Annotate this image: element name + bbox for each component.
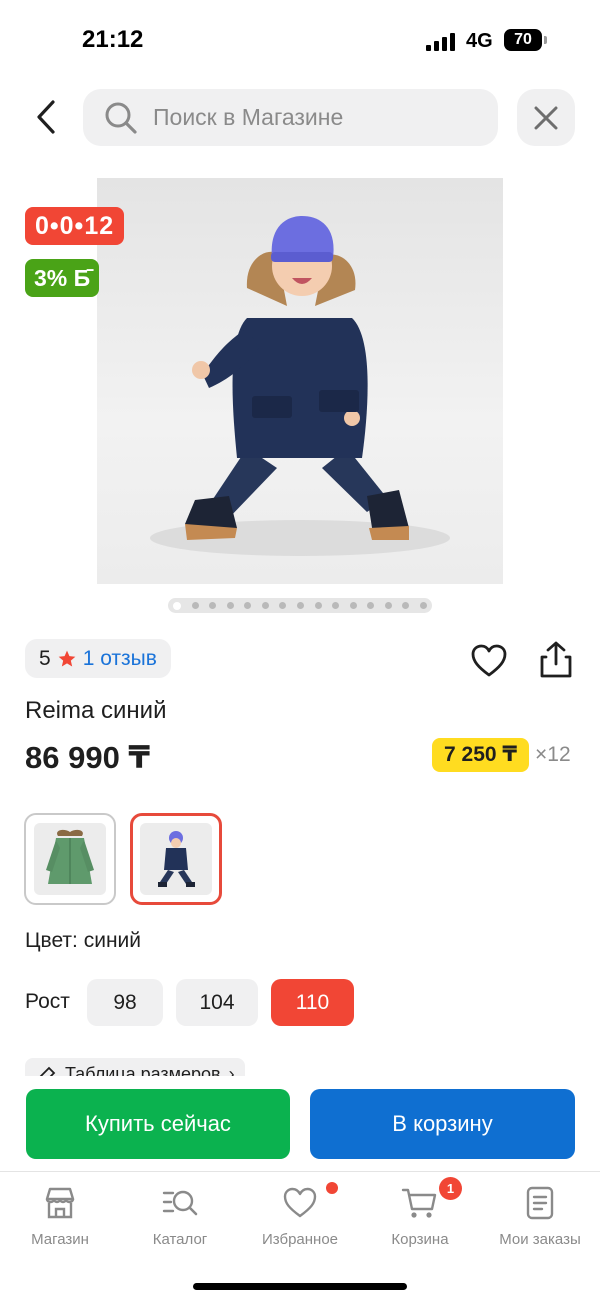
cart-count-badge: 1 <box>439 1177 462 1200</box>
nav-item-store[interactable]: Магазин <box>0 1184 120 1248</box>
color-variant-green[interactable] <box>24 813 116 905</box>
battery-icon: 70 <box>504 29 547 51</box>
monthly-payment-badge[interactable]: 7 250 ₸ <box>432 738 529 772</box>
star-icon <box>58 650 76 666</box>
variant-thumbnail <box>34 823 106 895</box>
status-bar: 21:12 4G 70 <box>0 0 600 80</box>
gallery-dot[interactable] <box>332 602 340 609</box>
size-option-98[interactable]: 98 <box>87 979 163 1026</box>
network-type: 4G <box>466 30 493 52</box>
variant-thumbnail <box>140 823 212 895</box>
size-option-110[interactable]: 110 <box>271 979 354 1026</box>
close-search-button[interactable] <box>517 89 575 146</box>
reviews-link[interactable]: 1 отзыв <box>83 647 157 671</box>
rating-value: 5 <box>39 646 51 670</box>
gallery-dot[interactable] <box>296 602 304 609</box>
nav-item-cart[interactable]: Корзина <box>360 1184 480 1248</box>
favorites-notification-dot <box>326 1182 338 1194</box>
add-to-cart-button[interactable]: В корзину <box>310 1089 575 1159</box>
nav-label: Каталог <box>152 1231 208 1248</box>
close-icon <box>534 106 558 129</box>
product-image[interactable] <box>97 178 503 584</box>
nav-label: Избранное <box>261 1231 339 1248</box>
product-price: 86 990 ₸ <box>25 740 150 775</box>
gallery-dot[interactable] <box>279 602 287 609</box>
gallery-dot[interactable] <box>314 602 322 609</box>
status-time: 21:12 <box>82 26 144 53</box>
signal-icon <box>426 33 458 51</box>
size-label: Рост <box>25 990 70 1013</box>
gallery-dot[interactable] <box>226 602 234 609</box>
color-label: Цвет: синий <box>25 929 142 952</box>
gallery-dot[interactable] <box>244 602 252 609</box>
buy-now-button[interactable]: Купить сейчас <box>26 1089 290 1159</box>
gallery-dot[interactable] <box>191 602 199 609</box>
nav-item-catalog[interactable]: Каталог <box>120 1184 240 1248</box>
child-in-jacket-photo <box>150 216 450 556</box>
gallery-dot-active[interactable] <box>173 601 181 610</box>
orders-icon <box>526 1186 554 1220</box>
gallery-dot[interactable] <box>419 602 427 609</box>
rating-chip[interactable]: 5 1 отзыв <box>25 639 171 678</box>
bonus-badge: 3% Б̄ <box>25 259 100 297</box>
gallery-dot[interactable] <box>384 602 392 609</box>
gallery-dot[interactable] <box>349 602 357 609</box>
monthly-multiplier: ×12 <box>535 743 571 766</box>
store-icon <box>45 1187 75 1219</box>
nav-label: Магазин <box>31 1231 89 1248</box>
catalog-search-icon <box>162 1190 198 1216</box>
share-button[interactable] <box>537 640 575 680</box>
blue-jacket-image <box>158 831 195 887</box>
back-button[interactable] <box>26 96 66 138</box>
share-icon <box>540 641 572 678</box>
nav-label: Мои заказы <box>499 1231 581 1248</box>
search-input[interactable]: Поиск в Магазине <box>83 89 498 146</box>
search-placeholder: Поиск в Магазине <box>153 104 344 130</box>
green-jacket-image <box>46 829 94 884</box>
heart-icon <box>471 644 507 677</box>
gallery-pagination[interactable] <box>168 598 432 613</box>
home-indicator <box>193 1283 407 1290</box>
gallery-dot[interactable] <box>209 602 217 609</box>
size-option-104[interactable]: 104 <box>176 979 258 1026</box>
search-icon <box>105 102 137 134</box>
cart-icon <box>401 1188 437 1218</box>
chevron-left-icon <box>37 100 55 134</box>
nav-item-favorites[interactable]: Избранное <box>240 1184 360 1248</box>
nav-item-orders[interactable]: Мои заказы <box>480 1184 600 1248</box>
nav-label: Корзина <box>391 1231 449 1248</box>
gallery-dot[interactable] <box>402 602 410 609</box>
product-title: Reima синий <box>25 697 167 724</box>
heart-icon <box>283 1187 317 1218</box>
bottom-nav: Магазин Каталог Избранное Корзина 1 Мои … <box>0 1171 600 1300</box>
gallery-dot[interactable] <box>367 602 375 609</box>
color-variant-blue[interactable] <box>130 813 222 905</box>
installment-badge: 0•0•12 <box>25 207 125 245</box>
gallery-dot[interactable] <box>261 602 269 609</box>
favorite-button[interactable] <box>470 642 508 680</box>
